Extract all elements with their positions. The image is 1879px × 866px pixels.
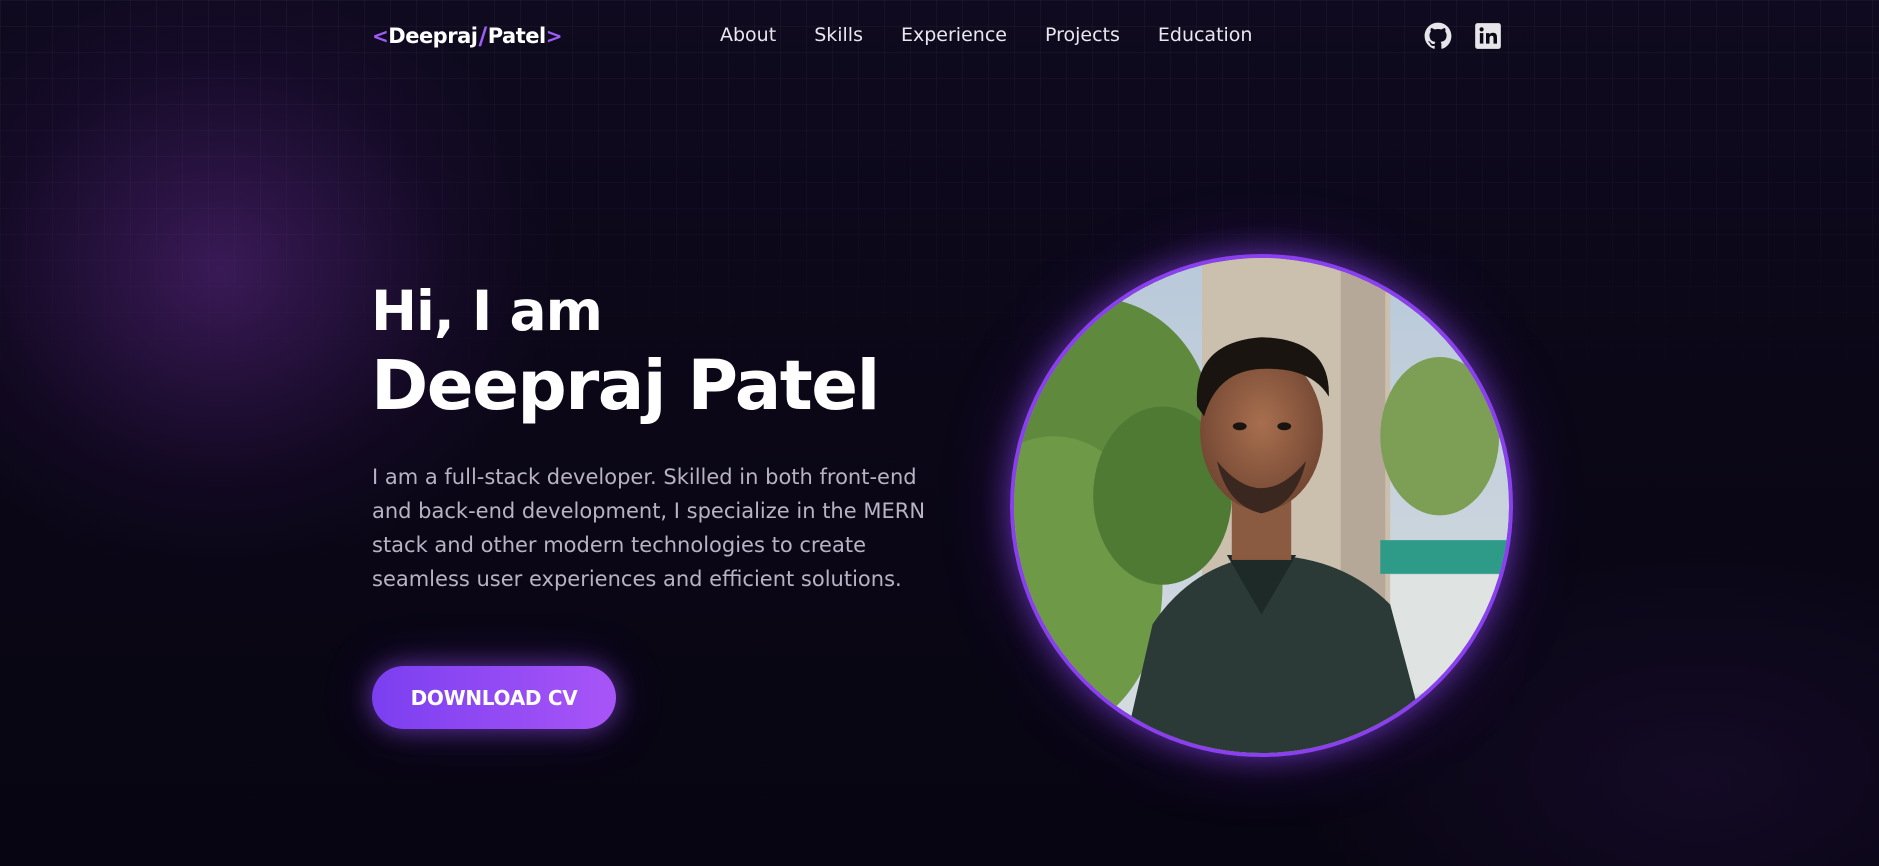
linkedin-link[interactable] [1474,22,1502,50]
profile-photo [1010,254,1513,757]
github-link[interactable] [1424,22,1452,50]
profile-photo-image [1014,258,1509,753]
logo-last-name: Patel [487,24,546,48]
social-links [1424,22,1502,50]
logo-slash: / [478,22,487,50]
hero-greeting: Hi, I am [371,279,603,343]
logo-open-bracket: < [372,24,389,48]
logo-close-bracket: > [545,24,563,48]
nav-menu: About Skills Experience Projects Educati… [720,24,1252,46]
site-logo[interactable]: < Deepraj / Patel > [372,22,562,50]
linkedin-icon [1475,23,1501,49]
portfolio-page: < Deepraj / Patel > About Skills Experie… [0,0,1879,866]
download-cv-button[interactable]: DOWNLOAD CV [372,666,616,729]
nav-link-experience[interactable]: Experience [901,24,1007,46]
nav-link-skills[interactable]: Skills [814,24,863,46]
hero-name: Deepraj Patel [371,346,880,426]
logo-first-name: Deepraj [388,24,478,48]
nav-link-about[interactable]: About [720,24,776,46]
nav-link-education[interactable]: Education [1158,24,1253,46]
nav-link-projects[interactable]: Projects [1045,24,1120,46]
hero-bio: I am a full-stack developer. Skilled in … [372,465,926,591]
top-nav: < Deepraj / Patel > About Skills Experie… [0,0,1879,74]
github-icon [1424,22,1452,49]
